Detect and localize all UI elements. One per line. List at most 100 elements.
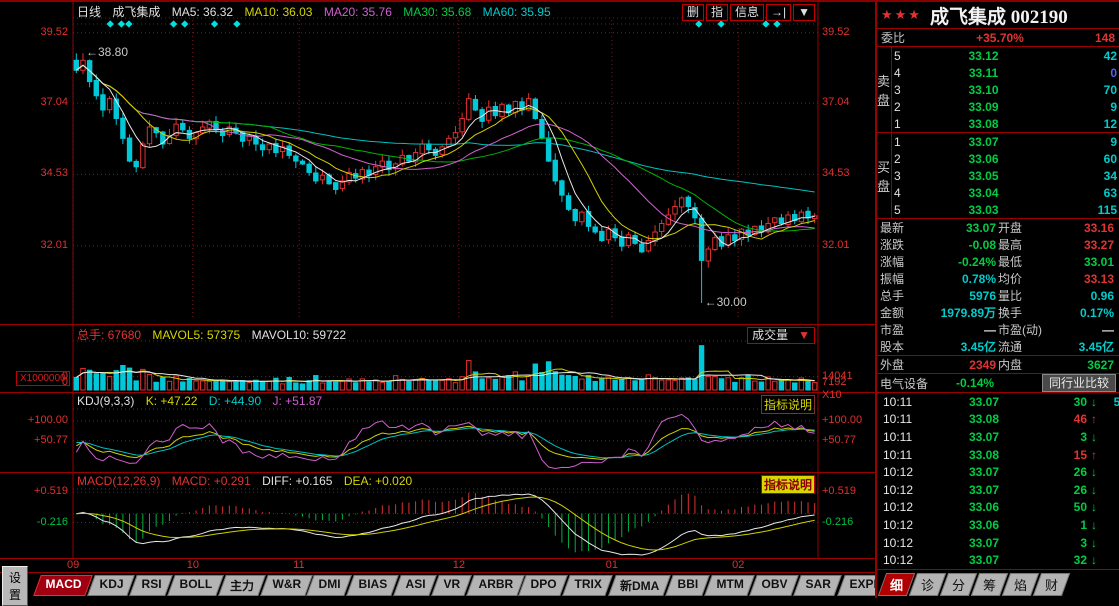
indicator-tab-MACD[interactable]: MACD bbox=[33, 575, 93, 596]
indicator-button[interactable]: 指 bbox=[706, 4, 728, 21]
stats-cell: 外盘2349 bbox=[880, 356, 998, 373]
stat-label: 市盈 bbox=[880, 321, 904, 338]
indicator-tab-BOLL[interactable]: BOLL bbox=[167, 575, 223, 596]
tick-row: 10:1233.0726↓2 bbox=[877, 481, 1119, 499]
tick-time: 10:12 bbox=[883, 483, 933, 497]
sell-book-label: 卖盘 bbox=[877, 47, 892, 132]
quote-panel: ★★★ 成飞集成 002190 委比 +35.70% 148 卖盘 533.12… bbox=[875, 2, 1119, 598]
weibi-diff: 148 bbox=[1095, 31, 1115, 45]
stat-value: 0.78% bbox=[904, 272, 998, 286]
stat-value: 33.01 bbox=[1022, 255, 1116, 269]
macd-help-button[interactable]: 指标说明 bbox=[761, 475, 815, 494]
indicator-tab-BBI[interactable]: BBI bbox=[665, 575, 709, 596]
stats-row: 总手5976量比0.96 bbox=[877, 287, 1119, 304]
stat-value: -0.24% bbox=[904, 255, 998, 269]
volume-indicator-dropdown[interactable]: 成交量 ▼ bbox=[747, 327, 815, 344]
buy-level-row[interactable]: 233.0660 bbox=[892, 150, 1119, 167]
weibi-row: 委比 +35.70% 148 bbox=[877, 28, 1119, 47]
indicator-tab-ARBR[interactable]: ARBR bbox=[466, 575, 524, 596]
tick-extra: 1 bbox=[1101, 536, 1119, 550]
down-arrow-icon: ↓ bbox=[1087, 500, 1101, 514]
info-button[interactable]: 信息 bbox=[730, 4, 764, 21]
indicator-tab-BIAS[interactable]: BIAS bbox=[347, 575, 399, 596]
tick-extra: 4 bbox=[1101, 465, 1119, 479]
indicator-tab-DMI[interactable]: DMI bbox=[307, 575, 353, 596]
indicator-tab-KDJ[interactable]: KDJ bbox=[87, 575, 135, 596]
indicator-tab-RSI[interactable]: RSI bbox=[129, 575, 173, 596]
down-arrow-icon: ↓ bbox=[1087, 536, 1101, 550]
macd-value: MACD: +0.291 bbox=[172, 474, 251, 488]
tick-extra: 7 bbox=[1101, 553, 1119, 567]
indicator-tab-OBV[interactable]: OBV bbox=[749, 575, 799, 596]
industry-compare-button[interactable]: 同行业比较 bbox=[1042, 374, 1116, 392]
buy-level-row[interactable]: 533.03115 bbox=[892, 201, 1119, 218]
stat-value: 5976 bbox=[904, 289, 998, 303]
period-label[interactable]: 日线 bbox=[77, 5, 101, 19]
stats-cell: 市盈(动)— bbox=[998, 321, 1116, 338]
dropdown-arrow-icon: ▼ bbox=[798, 328, 810, 343]
sell-level-row[interactable]: 533.1242 bbox=[892, 47, 1119, 64]
volume-dropdown-label: 成交量 bbox=[752, 328, 788, 343]
stats-cell: 量比0.96 bbox=[998, 287, 1116, 304]
delete-indicator-button[interactable]: 删 bbox=[682, 4, 704, 21]
quote-tab-财[interactable]: 财 bbox=[1033, 573, 1070, 596]
tick-row: 10:1133.0815↑3 bbox=[877, 446, 1119, 464]
buy-level: 2 bbox=[894, 152, 912, 166]
sell-volume: 42 bbox=[1055, 49, 1117, 63]
rating-stars-icon: ★★★ bbox=[881, 7, 922, 23]
indicator-tab-W&R[interactable]: W&R bbox=[260, 575, 312, 596]
price-axis-label: 39.52 bbox=[822, 27, 872, 38]
buy-price: 33.06 bbox=[912, 152, 1055, 166]
stat-value: 2349 bbox=[904, 358, 998, 372]
kdj-header: KDJ(9,3,3) K: +47.22 D: +44.90 J: +51.87 bbox=[77, 394, 330, 408]
sell-level-row[interactable]: 433.110 bbox=[892, 64, 1119, 81]
stat-label: 换手 bbox=[998, 304, 1022, 321]
weibi-label: 委比 bbox=[881, 29, 905, 46]
indicator-tab-TRIX[interactable]: TRIX bbox=[563, 575, 614, 596]
kdj-help-button[interactable]: 指标说明 bbox=[761, 395, 815, 414]
stat-value: 0.96 bbox=[1022, 289, 1116, 303]
buy-level-row[interactable]: 333.0534 bbox=[892, 167, 1119, 184]
stat-label: 量比 bbox=[998, 287, 1022, 304]
chevron-down-icon[interactable]: ▼ bbox=[793, 4, 815, 21]
indicator-tab-新DMA[interactable]: 新DMA bbox=[608, 575, 671, 596]
tick-volume: 46 bbox=[1035, 412, 1087, 426]
buy-volume: 60 bbox=[1055, 152, 1117, 166]
stock-name-label: 成飞集成 bbox=[112, 5, 160, 19]
stat-value: 33.13 bbox=[1022, 272, 1116, 286]
macd-title: MACD(12,26,9) bbox=[77, 474, 160, 488]
stats-cell: 均价33.13 bbox=[998, 270, 1116, 287]
mavol5-label: MAVOL5: 57375 bbox=[152, 328, 240, 342]
sell-level-row[interactable]: 333.1070 bbox=[892, 81, 1119, 98]
next-arrow-icon[interactable]: →| bbox=[766, 4, 791, 21]
stat-label: 最低 bbox=[998, 253, 1022, 270]
indicator-tab-SAR[interactable]: SAR bbox=[793, 575, 842, 596]
candlestick-plot[interactable] bbox=[0, 2, 875, 324]
tick-extra: 54 bbox=[1101, 395, 1119, 409]
tick-volume: 50 bbox=[1035, 500, 1087, 514]
buy-volume: 34 bbox=[1055, 169, 1117, 183]
down-arrow-icon: ↓ bbox=[1087, 518, 1101, 532]
tick-time: 10:12 bbox=[883, 536, 933, 550]
settings-button[interactable]: 设置 bbox=[2, 566, 28, 606]
down-arrow-icon: ↓ bbox=[1087, 483, 1101, 497]
kdj-d-value: D: +44.90 bbox=[209, 394, 261, 408]
tick-row: 10:1233.0732↓7 bbox=[877, 551, 1119, 569]
tick-price: 33.07 bbox=[933, 536, 1035, 550]
indicator-tab-DPO[interactable]: DPO bbox=[519, 575, 569, 596]
stat-label: 均价 bbox=[998, 270, 1022, 287]
time-axis-label: 01 bbox=[606, 560, 630, 571]
price-axis-label: 34.53 bbox=[822, 168, 872, 179]
indicator-tab-ASI[interactable]: ASI bbox=[393, 575, 437, 596]
tick-list: 10:1133.0730↓5410:1133.0846↑410:1133.073… bbox=[877, 393, 1119, 569]
sell-level-row[interactable]: 133.0812 bbox=[892, 115, 1119, 132]
sell-level: 3 bbox=[894, 83, 912, 97]
sell-level-row[interactable]: 233.099 bbox=[892, 98, 1119, 115]
indicator-tab-VR[interactable]: VR bbox=[431, 575, 471, 596]
buy-level-row[interactable]: 133.079 bbox=[892, 133, 1119, 150]
indicator-tab-MTM[interactable]: MTM bbox=[704, 575, 755, 596]
indicator-tab-主力[interactable]: 主力 bbox=[218, 575, 266, 596]
buy-level-row[interactable]: 433.0463 bbox=[892, 184, 1119, 201]
tick-row: 10:1133.0846↑4 bbox=[877, 411, 1119, 429]
volume-header: 总手: 67680 MAVOL5: 57375 MAVOL10: 59722 bbox=[77, 326, 354, 343]
